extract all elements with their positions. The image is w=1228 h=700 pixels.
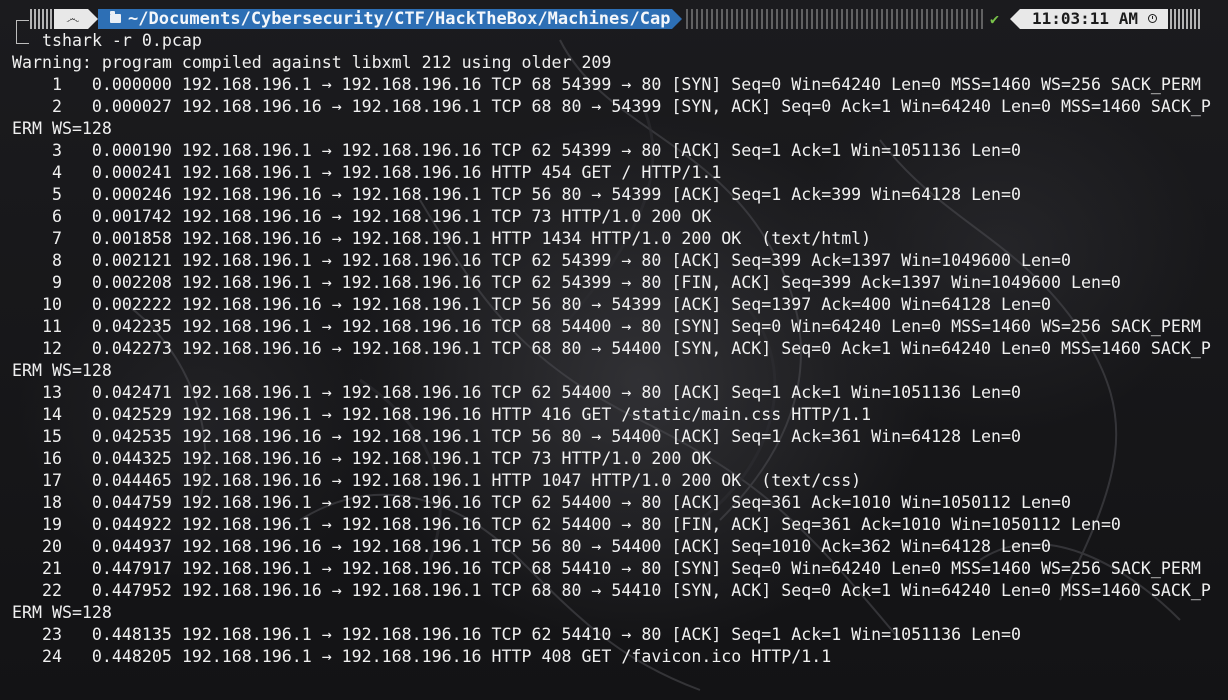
output-line: 11 0.042235 192.168.196.1 → 192.168.196.…	[12, 317, 1201, 336]
output-line: 24 0.448205 192.168.196.1 → 192.168.196.…	[12, 647, 832, 666]
output-line: 10 0.002222 192.168.196.16 → 192.168.196…	[12, 295, 1051, 314]
output-line: 22 0.447952 192.168.196.16 → 192.168.196…	[12, 581, 1211, 600]
time-segment-separator	[1010, 9, 1020, 29]
output-line: ERM WS=128	[12, 361, 112, 380]
prompt-filler-dots	[686, 9, 986, 29]
warning-line: Warning: program compiled against libxml…	[12, 53, 612, 72]
output-line: 6 0.001742 192.168.196.16 → 192.168.196.…	[12, 207, 712, 226]
current-path: ~/Documents/Cybersecurity/CTF/HackTheBox…	[128, 9, 671, 29]
output-line: 21 0.447917 192.168.196.1 → 192.168.196.…	[12, 559, 1201, 578]
os-segment-separator	[88, 9, 98, 29]
debian-icon: ෴	[66, 11, 80, 27]
output-line: 17 0.044465 192.168.196.16 → 192.168.196…	[12, 471, 862, 490]
output-line: 7 0.001858 192.168.196.16 → 192.168.196.…	[12, 229, 872, 248]
folder-icon	[110, 11, 121, 23]
command-line[interactable]: tshark -r 0.pcap	[42, 30, 202, 52]
output-line: 19 0.044922 192.168.196.1 → 192.168.196.…	[12, 515, 1121, 534]
output-line: 1 0.000000 192.168.196.1 → 192.168.196.1…	[12, 75, 1201, 94]
check-icon: ✔	[990, 10, 1000, 28]
output-line: 2 0.000027 192.168.196.16 → 192.168.196.…	[12, 97, 1211, 116]
output-line: 18 0.044759 192.168.196.1 → 192.168.196.…	[12, 493, 1071, 512]
output-line: 12 0.042273 192.168.196.16 → 192.168.196…	[12, 339, 1211, 358]
output-line: 23 0.448135 192.168.196.1 → 192.168.196.…	[12, 625, 1022, 644]
output-line: 16 0.044325 192.168.196.16 → 192.168.196…	[12, 449, 712, 468]
output-line: 4 0.000241 192.168.196.1 → 192.168.196.1…	[12, 163, 722, 182]
terminal-window[interactable]: ෴ ~/Documents/Cybersecurity/CTF/HackTheB…	[0, 0, 1228, 700]
prompt-left-decoration	[30, 9, 52, 29]
output-line: 15 0.042535 192.168.196.16 → 192.168.196…	[12, 427, 1022, 446]
output-line: 5 0.000246 192.168.196.16 → 192.168.196.…	[12, 185, 1022, 204]
output-line: 20 0.044937 192.168.196.16 → 192.168.196…	[12, 537, 1051, 556]
clock-icon	[1148, 14, 1157, 23]
prompt-right-decoration	[1170, 9, 1200, 29]
prompt-time: 11:03:11 AM	[1032, 9, 1138, 28]
output-line: 14 0.042529 192.168.196.1 → 192.168.196.…	[12, 405, 872, 424]
output-line: 9 0.002208 192.168.196.1 → 192.168.196.1…	[12, 273, 1121, 292]
output-line: ERM WS=128	[12, 603, 112, 622]
output-line: ERM WS=128	[12, 119, 112, 138]
output-line: 13 0.042471 192.168.196.1 → 192.168.196.…	[12, 383, 1022, 402]
output-line: 3 0.000190 192.168.196.1 → 192.168.196.1…	[12, 141, 1022, 160]
path-segment-separator	[672, 9, 682, 29]
prompt-bar: ෴ ~/Documents/Cybersecurity/CTF/HackTheB…	[0, 6, 1228, 32]
prompt-corner-bottom	[16, 31, 29, 44]
output-line: 8 0.002121 192.168.196.1 → 192.168.196.1…	[12, 251, 1071, 270]
